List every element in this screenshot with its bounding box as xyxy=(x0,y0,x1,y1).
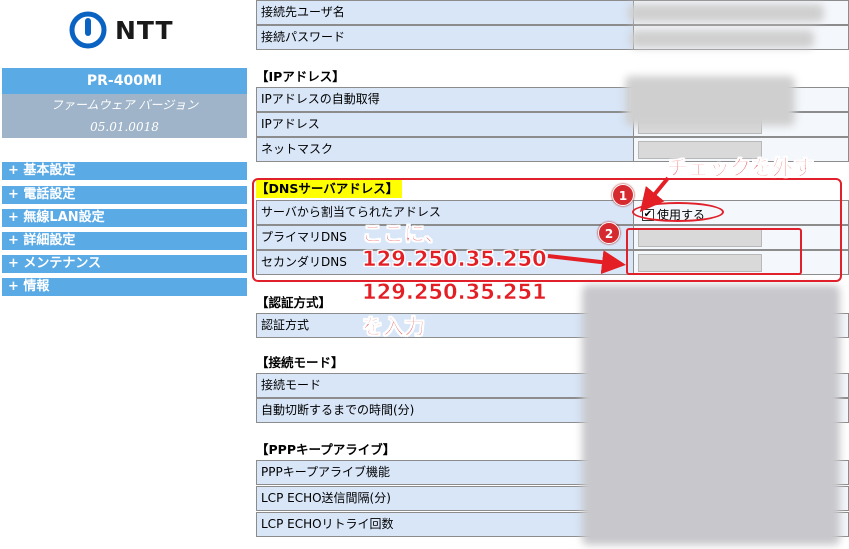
annotation-here: ここに、 xyxy=(362,222,446,247)
annotation-uncheck: チェックを外す xyxy=(667,156,815,181)
arrow-to-checkbox xyxy=(639,176,670,213)
step-1-badge: 1 xyxy=(612,184,634,206)
annotation-dns2: 129.250.35.251 xyxy=(362,280,547,305)
annotation-dns1: 129.250.35.250 xyxy=(362,247,547,272)
arrow-to-dns-inputs xyxy=(547,250,626,275)
step-2-badge: 2 xyxy=(598,222,620,244)
annotation-enter: を入力 xyxy=(362,315,426,340)
annotation-arrows xyxy=(547,176,670,275)
